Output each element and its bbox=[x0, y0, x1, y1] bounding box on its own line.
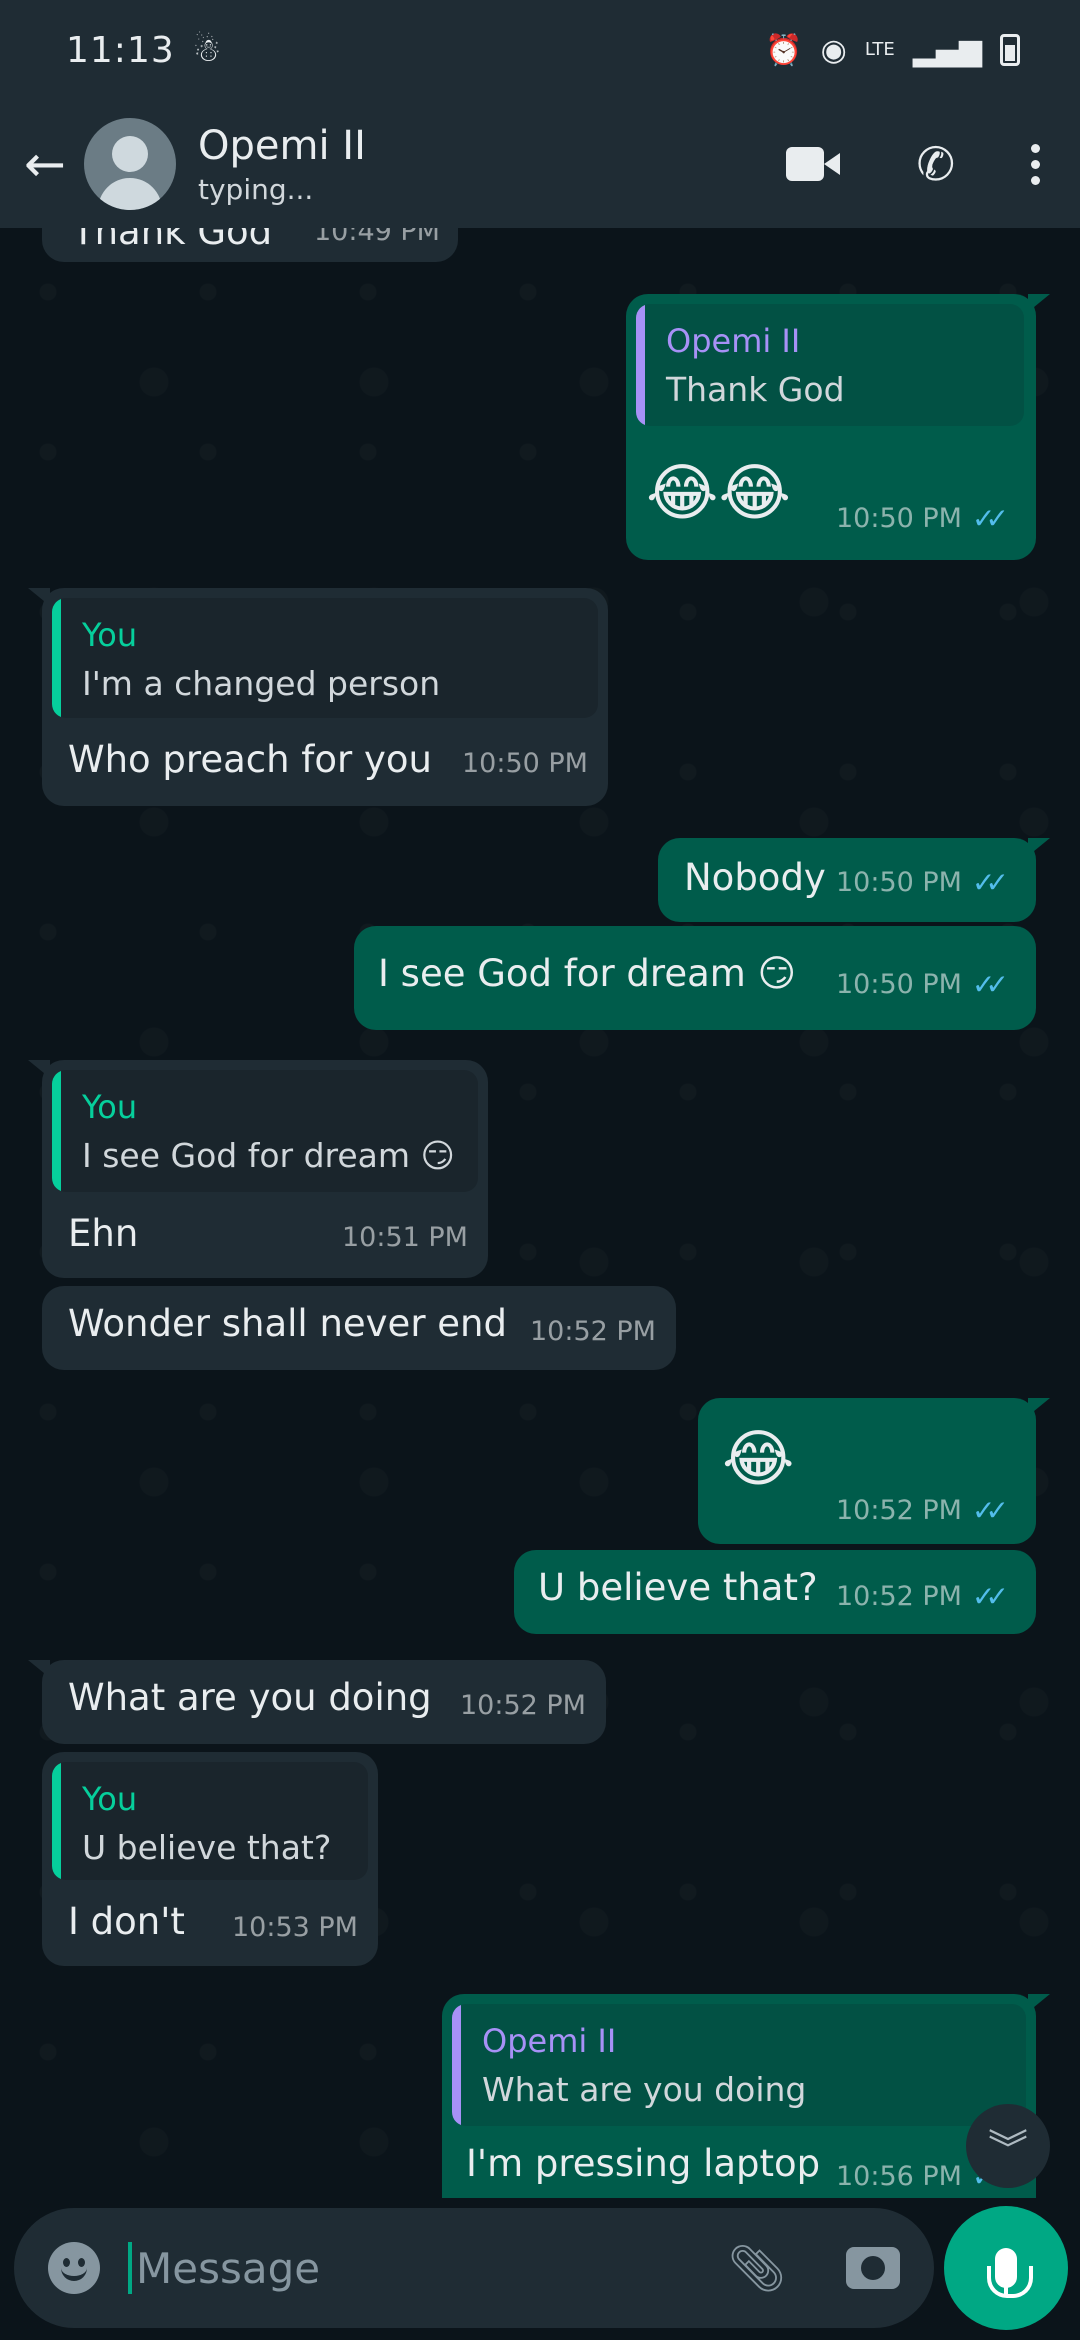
quote-author: Opemi II bbox=[482, 2022, 617, 2060]
quote-author: You bbox=[82, 616, 138, 654]
reply-quote[interactable]: Opemi II What are you doing bbox=[452, 2004, 1026, 2126]
voice-message-button[interactable] bbox=[944, 2206, 1068, 2330]
quote-author: You bbox=[82, 1088, 138, 1126]
mic-icon bbox=[987, 2248, 1033, 2298]
message-outgoing[interactable]: U believe that? 10:52 PM ✓✓ bbox=[514, 1550, 1036, 1634]
message-text: I don't bbox=[68, 1900, 185, 1943]
message-incoming[interactable]: What are you doing 10:52 PM bbox=[28, 1660, 606, 1744]
message-outgoing[interactable]: Nobody 10:50 PM ✓✓ bbox=[658, 838, 1050, 922]
reply-quote[interactable]: You I see God for dream 😏 bbox=[52, 1070, 478, 1192]
message-incoming[interactable]: Thank God 10:49 PM bbox=[42, 228, 458, 262]
message-incoming[interactable]: Wonder shall never end 10:52 PM bbox=[42, 1286, 676, 1370]
avatar[interactable] bbox=[84, 118, 176, 210]
message-text: Nobody bbox=[684, 856, 826, 899]
message-outgoing[interactable]: Opemi II Thank God 😂😂 10:50 PM ✓✓ bbox=[626, 294, 1050, 560]
message-text: 😂 bbox=[722, 1422, 795, 1495]
message-text: I see God for dream 😏 bbox=[378, 952, 797, 995]
message-text: What are you doing bbox=[68, 1676, 432, 1719]
battery-icon bbox=[1000, 34, 1020, 66]
message-incoming[interactable]: You U believe that? I don't 10:53 PM bbox=[42, 1752, 378, 1966]
message-time: 10:52 PM ✓✓ bbox=[836, 1494, 1009, 1527]
message-text: Ehn bbox=[68, 1212, 139, 1255]
paperclip-icon[interactable]: 📎︎ bbox=[728, 2241, 786, 2296]
camera-icon[interactable] bbox=[846, 2247, 900, 2289]
quote-text: What are you doing bbox=[482, 2070, 807, 2109]
message-input[interactable]: Message bbox=[136, 2244, 728, 2293]
contact-status: typing... bbox=[198, 172, 314, 206]
status-time: 11:13 bbox=[66, 29, 175, 71]
network-type: LTE bbox=[864, 39, 895, 60]
message-outgoing[interactable]: I see God for dream 😏 10:50 PM ✓✓ bbox=[354, 926, 1036, 1030]
message-text: Who preach for you bbox=[68, 738, 432, 781]
arrow-left-icon[interactable]: ← bbox=[24, 135, 80, 193]
chat-header: ← Opemi II typing... ✆ bbox=[0, 100, 1080, 228]
quote-text: I see God for dream 😏 bbox=[82, 1136, 455, 1175]
double-check-icon: ✓✓ bbox=[971, 968, 1009, 1001]
message-text: I'm pressing laptop bbox=[466, 2142, 821, 2185]
notification-icon: ☃ bbox=[192, 31, 222, 69]
message-text: U believe that? bbox=[538, 1566, 818, 1609]
message-time: 10:52 PM bbox=[460, 1690, 586, 1721]
double-check-icon: ✓✓ bbox=[971, 866, 1009, 899]
more-vertical-icon[interactable] bbox=[1031, 143, 1040, 185]
message-text: Wonder shall never end bbox=[68, 1302, 507, 1345]
message-text: 😂😂 bbox=[646, 456, 791, 529]
message-time: 10:50 PM ✓✓ bbox=[836, 968, 1009, 1001]
phone-icon[interactable]: ✆ bbox=[916, 137, 955, 191]
quote-text: I'm a changed person bbox=[82, 664, 441, 703]
message-text: Thank God bbox=[72, 228, 273, 253]
quote-author: You bbox=[82, 1780, 138, 1818]
alarm-icon: ⏰ bbox=[765, 32, 803, 68]
status-icons: ⏰ ◉ LTE ▂▄▆ bbox=[765, 33, 1020, 68]
contact-info[interactable]: Opemi II typing... bbox=[198, 123, 366, 206]
message-outgoing[interactable]: Opemi II What are you doing I'm pressing… bbox=[442, 1994, 1050, 2198]
message-time: 10:52 PM ✓✓ bbox=[836, 1580, 1009, 1613]
double-check-icon: ✓✓ bbox=[971, 1580, 1009, 1613]
message-time: 10:51 PM bbox=[342, 1222, 468, 1253]
text-cursor bbox=[128, 2242, 132, 2294]
video-call-icon[interactable] bbox=[786, 147, 841, 181]
message-incoming[interactable]: You I see God for dream 😏 Ehn 10:51 PM bbox=[28, 1060, 488, 1278]
signal-icon: ▂▄▆ bbox=[912, 32, 982, 68]
message-time: 10:53 PM bbox=[232, 1912, 358, 1943]
reply-quote[interactable]: Opemi II Thank God bbox=[636, 304, 1024, 426]
reply-quote[interactable]: You U believe that? bbox=[52, 1762, 368, 1880]
emoji-icon[interactable] bbox=[48, 2242, 100, 2294]
message-composer: Message 📎︎ bbox=[14, 2208, 934, 2328]
status-bar: 11:13 ☃ ⏰ ◉ LTE ▂▄▆ bbox=[0, 0, 1080, 100]
reply-quote[interactable]: You I'm a changed person bbox=[52, 598, 598, 718]
message-time: 10:52 PM bbox=[530, 1316, 656, 1347]
quote-text: Thank God bbox=[666, 370, 845, 409]
hotspot-icon: ◉ bbox=[820, 32, 847, 68]
scroll-to-bottom-button[interactable]: ︾ bbox=[966, 2104, 1050, 2188]
message-time: 10:50 PM bbox=[462, 748, 588, 779]
message-time: 10:50 PM ✓✓ bbox=[836, 866, 1009, 899]
message-outgoing[interactable]: 😂 10:52 PM ✓✓ bbox=[698, 1398, 1050, 1544]
message-time: 10:49 PM bbox=[314, 228, 440, 247]
message-incoming[interactable]: You I'm a changed person Who preach for … bbox=[28, 588, 608, 806]
contact-name: Opemi II bbox=[198, 122, 366, 169]
chevron-double-down-icon: ︾ bbox=[988, 2127, 1028, 2173]
message-time: 10:50 PM ✓✓ bbox=[836, 502, 1009, 535]
quote-author: Opemi II bbox=[666, 322, 801, 360]
double-check-icon: ✓✓ bbox=[971, 502, 1009, 535]
double-check-icon: ✓✓ bbox=[971, 1494, 1009, 1527]
message-list[interactable]: Thank God 10:49 PM Opemi II Thank God 😂😂… bbox=[0, 228, 1080, 2198]
quote-text: U believe that? bbox=[82, 1828, 332, 1867]
